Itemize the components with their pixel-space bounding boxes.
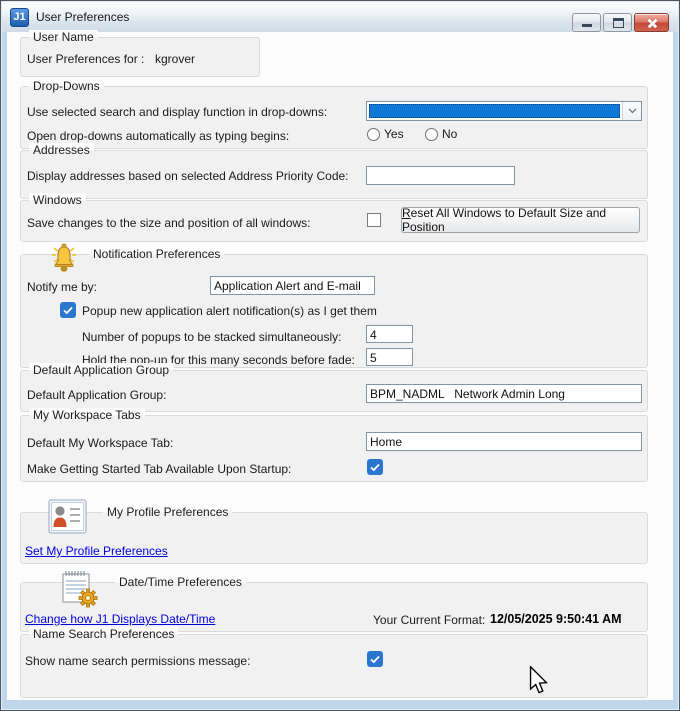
dropdown-selected-value <box>369 104 620 118</box>
radio-no-circle <box>425 128 438 141</box>
radio-yes-circle <box>367 128 380 141</box>
group-windows: Windows Save changes to the size and pos… <box>20 200 648 242</box>
calendar-gear-icon <box>58 567 100 609</box>
profile-card-icon <box>48 499 88 535</box>
group-user-name: User Name User Preferences for : kgrover <box>20 37 260 77</box>
auto-open-label: Open drop-downs automatically as typing … <box>27 129 289 143</box>
group-drop-downs: Drop-Downs Use selected search and displ… <box>20 86 648 149</box>
radio-yes[interactable]: Yes <box>367 127 404 141</box>
caption-buttons <box>572 13 669 32</box>
search-function-label: Use selected search and display function… <box>27 105 327 119</box>
name-search-message-label: Show name search permissions message: <box>25 654 250 668</box>
group-default-application-group: Default Application Group Default Applic… <box>20 370 648 412</box>
close-icon <box>635 14 668 31</box>
group-name-search-preferences: Name Search Preferences Show name search… <box>20 634 648 698</box>
maximize-button[interactable] <box>603 13 632 32</box>
reset-windows-button[interactable]: Reset All Windows to Default Size and Po… <box>401 207 640 233</box>
current-format-value: 12/05/2025 9:50:41 AM <box>490 612 622 626</box>
getting-started-label: Make Getting Started Tab Available Upon … <box>27 462 291 476</box>
check-icon <box>63 306 73 315</box>
user-preferences-window: J1 User Preferences User Name User Prefe… <box>0 0 680 711</box>
popup-notifications-label: Popup new application alert notification… <box>82 304 377 318</box>
popup-stack-input[interactable]: 4 <box>366 325 413 343</box>
getting-started-checkbox[interactable] <box>367 459 383 475</box>
group-my-workspace-tabs: My Workspace Tabs Default My Workspace T… <box>20 415 648 482</box>
close-button[interactable] <box>634 13 669 32</box>
dialog-content: User Name User Preferences for : kgrover… <box>7 32 673 700</box>
user-preferences-for-label: User Preferences for : <box>27 52 144 66</box>
group-addresses: Addresses Display addresses based on sel… <box>20 150 648 199</box>
radio-no[interactable]: No <box>425 127 457 141</box>
default-workspace-tab-input[interactable]: Home <box>366 432 642 451</box>
radio-no-label: No <box>442 127 457 141</box>
radio-yes-label: Yes <box>384 127 404 141</box>
minimize-button[interactable] <box>572 13 601 32</box>
name-search-message-checkbox[interactable] <box>367 651 383 667</box>
popup-hold-input[interactable]: 5 <box>366 348 413 366</box>
notify-me-by-label: Notify me by: <box>27 280 97 294</box>
group-legend-my-workspace-tabs: My Workspace Tabs <box>29 408 145 422</box>
j1-app-icon: J1 <box>10 8 29 27</box>
address-priority-label: Display addresses based on selected Addr… <box>27 169 349 183</box>
group-legend-addresses: Addresses <box>29 143 94 157</box>
set-profile-preferences-link[interactable]: Set My Profile Preferences <box>25 544 168 558</box>
group-legend-my-profile-preferences: My Profile Preferences <box>103 505 232 519</box>
search-function-dropdown[interactable] <box>366 101 642 121</box>
group-legend-datetime-preferences: Date/Time Preferences <box>115 575 246 589</box>
group-notification-preferences: Notification Preferences Notify me by: A… <box>20 254 648 368</box>
group-legend-drop-downs: Drop-Downs <box>29 79 104 93</box>
popup-stack-label: Number of popups to be stacked simultane… <box>82 330 341 344</box>
default-application-group-label: Default Application Group: <box>27 388 166 402</box>
group-my-profile-preferences: My Profile Preferences Set My Profile Pr… <box>20 512 648 564</box>
minimize-icon <box>582 24 592 27</box>
notify-me-by-input[interactable]: Application Alert and E-mail <box>210 276 375 295</box>
group-legend-notification-preferences: Notification Preferences <box>89 247 224 261</box>
save-window-positions-label: Save changes to the size and position of… <box>27 216 311 230</box>
group-datetime-preferences: Date/Time Preferences Change how J1 Disp… <box>20 582 648 632</box>
mouse-cursor <box>529 666 548 694</box>
maximize-icon <box>613 18 624 28</box>
popup-notifications-checkbox[interactable] <box>60 302 76 318</box>
group-legend-windows: Windows <box>29 193 86 207</box>
reset-windows-button-label: Reset All Windows to Default Size and Po… <box>402 206 639 234</box>
bell-icon <box>49 241 79 273</box>
group-legend-name-search-preferences: Name Search Preferences <box>29 627 178 641</box>
window-title: User Preferences <box>36 10 129 24</box>
change-datetime-link[interactable]: Change how J1 Displays Date/Time <box>25 612 215 626</box>
group-legend-default-application-group: Default Application Group <box>29 363 173 377</box>
current-format-label: Your Current Format: <box>373 613 485 627</box>
check-icon <box>370 463 380 472</box>
default-application-group-input[interactable]: BPM_NADML Network Admin Long <box>366 384 642 403</box>
chevron-down-icon[interactable] <box>622 102 641 120</box>
group-legend-user-name: User Name <box>29 30 98 44</box>
save-window-positions-checkbox[interactable] <box>367 213 381 227</box>
address-priority-input[interactable] <box>366 166 515 185</box>
check-icon <box>370 655 380 664</box>
default-workspace-tab-label: Default My Workspace Tab: <box>27 436 173 450</box>
user-name-value: kgrover <box>155 52 195 66</box>
